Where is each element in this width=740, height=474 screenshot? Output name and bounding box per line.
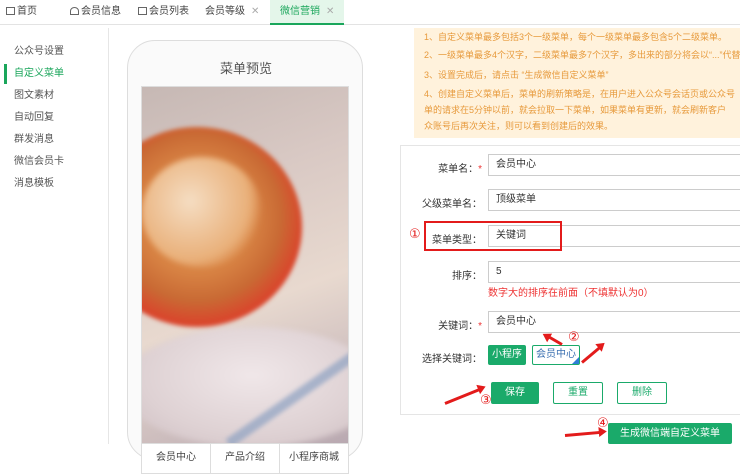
sidebar-divider (108, 28, 109, 444)
reset-button[interactable]: 重置 (553, 382, 603, 404)
menu-name-input[interactable]: 会员中心 (488, 154, 740, 176)
home-icon (6, 7, 15, 15)
keyword-option-member-center[interactable]: 会员中心 (532, 345, 580, 365)
notice-box: 1、自定义菜单最多包括3个一级菜单，每个一级菜单最多包含5个二级菜单。 2、一级… (414, 28, 740, 138)
parent-menu-label: 父级菜单名： (422, 199, 482, 210)
phone-menu-bar: 会员中心 产品介绍 小程序商城 (141, 444, 349, 474)
user-icon (70, 7, 79, 15)
notice-line: 2、一级菜单最多4个汉字，二级菜单最多7个汉字，多出来的部分将会以“...”代替… (424, 50, 740, 60)
tab-home[interactable]: 首页 (6, 0, 37, 25)
notice-line: 1、自定义菜单最多包括3个一级菜单，每个一级菜单最多包含5个二级菜单。 (424, 32, 728, 42)
notice-line: 众账号后再次关注，则可以看到创建后的效果。 (424, 121, 614, 131)
selected-corner-icon (572, 357, 579, 364)
sidebar-item-message-template[interactable]: 消息模板 (4, 174, 100, 194)
sort-label: 排序： (452, 271, 482, 282)
coffee-foam-shape (142, 157, 262, 267)
generate-menu-button[interactable]: 生成微信端自定义菜单 (608, 423, 732, 444)
annotation-marker-1: ① (409, 227, 421, 242)
phone-menu-item[interactable]: 产品介绍 (211, 444, 280, 473)
keyword-label: 关键词：* (438, 321, 482, 332)
notice-line: 3、设置完成后，请点击 “生成微信自定义菜单” (424, 70, 609, 80)
sidebar-item-mass-message[interactable]: 群发消息 (4, 130, 100, 150)
sidebar-item-wechat-card[interactable]: 微信会员卡 (4, 152, 100, 172)
phone-preview: 菜单预览 会员中心 产品介绍 小程序商城 (127, 40, 363, 474)
annotation-arrow-generate (564, 430, 603, 437)
keyword-option-miniprogram[interactable]: 小程序 (488, 345, 526, 365)
tab-member-list[interactable]: 会员列表 (138, 0, 189, 25)
annotation-marker-2: ② (568, 330, 580, 345)
sort-hint: 数字大的排序在前面（不填默认为0） (488, 288, 654, 299)
sidebar-item-auto-reply[interactable]: 自动回复 (4, 108, 100, 128)
close-icon[interactable]: ✕ (326, 6, 334, 17)
tab-bar: 首页 会员信息 会员列表 会员等级 ✕ 微信营销 ✕ (0, 0, 740, 25)
delete-button[interactable]: 删除 (617, 382, 667, 404)
phone-title: 菜单预览 (219, 61, 272, 76)
select-keyword-label: 选择关键词： (422, 354, 482, 365)
sidebar-item-account-settings[interactable]: 公众号设置 (4, 42, 100, 62)
sidebar-item-news-material[interactable]: 图文素材 (4, 86, 100, 106)
list-icon (138, 7, 147, 15)
menu-type-highlight (424, 221, 562, 251)
tab-wechat-marketing[interactable]: 微信营销 ✕ (270, 0, 344, 25)
sort-input[interactable]: 5 (488, 261, 740, 283)
sidebar-item-custom-menu[interactable]: 自定义菜单 (4, 64, 100, 84)
close-icon[interactable]: ✕ (251, 6, 259, 17)
phone-menu-item[interactable]: 小程序商城 (280, 444, 348, 473)
notice-line: 4、创建自定义菜单后，菜单的刷新策略是，在用户进入公众号会话页或公众号 (424, 89, 736, 99)
tab-member-level[interactable]: 会员等级 ✕ (205, 0, 259, 25)
parent-menu-select[interactable]: 顶级菜单 (488, 189, 740, 211)
phone-menu-item[interactable]: 会员中心 (142, 444, 211, 473)
keyword-input[interactable]: 会员中心 (488, 311, 740, 333)
save-button[interactable]: 保存 (491, 382, 539, 404)
annotation-marker-3: ③ (480, 393, 492, 408)
sidebar: 公众号设置 自定义菜单 图文素材 自动回复 群发消息 微信会员卡 消息模板 (0, 36, 106, 444)
menu-name-label: 菜单名：* (438, 164, 482, 175)
notice-line: 单的请求在5分钟以前，就会拉取一下菜单，如果菜单有更新，就会刷新客户 (424, 105, 727, 115)
tab-member-info[interactable]: 会员信息 (70, 0, 121, 25)
preview-image (141, 86, 349, 444)
